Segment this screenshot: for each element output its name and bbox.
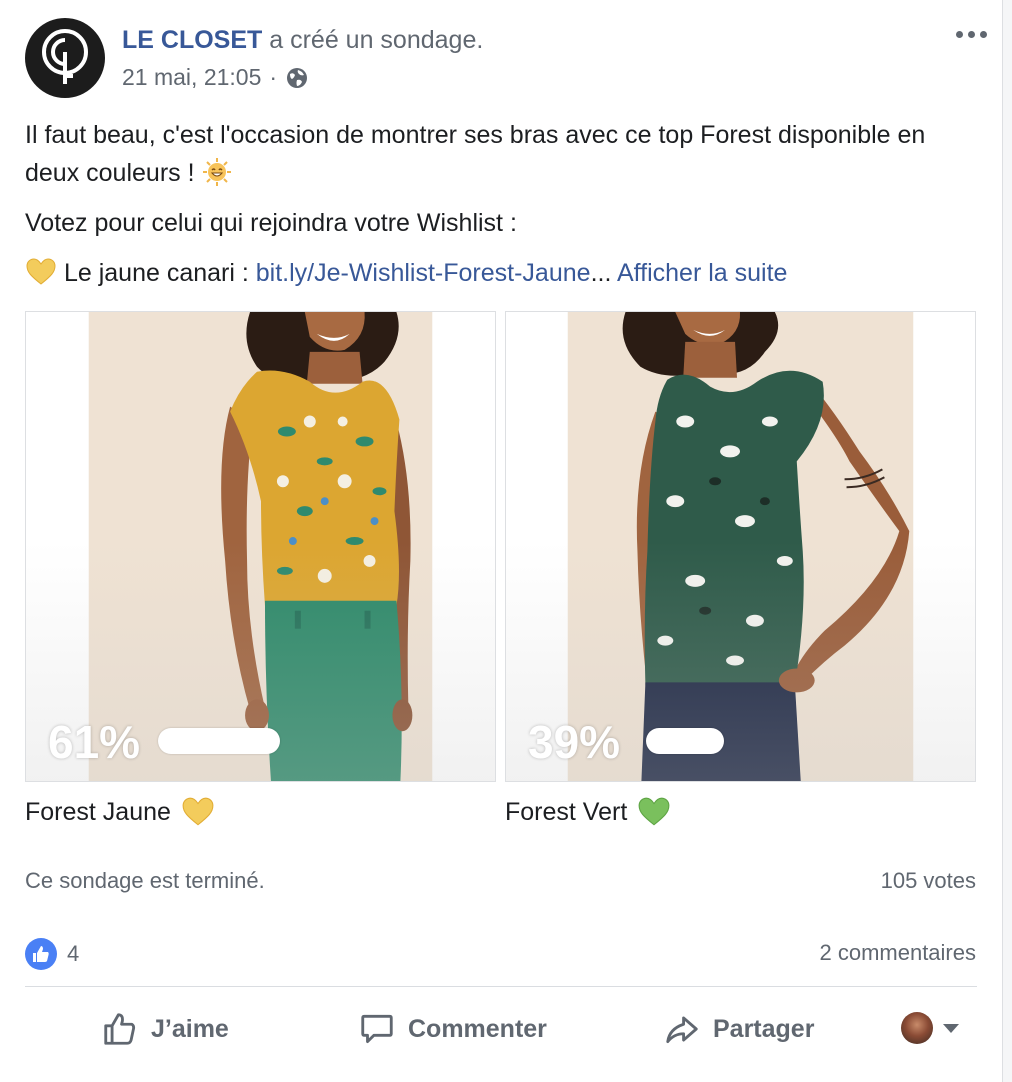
body-paragraph-1: Il faut beau, c'est l'occasion de montre… (25, 116, 985, 192)
yellow-heart-icon (26, 258, 56, 285)
poll-option-label[interactable]: Forest Jaune (25, 797, 215, 827)
post-header: LE CLOSET a créé un sondage. 21 mai, 21:… (25, 18, 987, 100)
thumbs-up-icon (33, 946, 49, 962)
body-paragraph-3: Le jaune canari : bit.ly/Je-Wishlist-For… (25, 254, 985, 292)
see-more-link[interactable]: Afficher la suite (617, 259, 787, 287)
wishlist-link[interactable]: bit.ly/Je-Wishlist-Forest-Jaune (256, 259, 591, 287)
le-closet-logo-icon (42, 29, 88, 84)
poll-vote-count[interactable]: 105 votes (881, 868, 976, 894)
green-heart-icon (638, 797, 670, 826)
poll-bar-fill (646, 728, 724, 754)
poll-option-label-text: Forest Jaune (25, 797, 171, 826)
comments-count-link[interactable]: 2 commentaires (819, 940, 976, 966)
poll-bar-track (646, 728, 846, 754)
poll-bar-track (158, 728, 358, 754)
like-button[interactable]: J’aime (101, 1000, 229, 1058)
poll-option-forest-vert[interactable]: 39% (505, 311, 976, 782)
ellipsis: ... (590, 259, 612, 287)
reaction-summary[interactable]: 4 (25, 938, 79, 970)
thumbs-up-outline-icon (104, 1013, 136, 1045)
post-body: Il faut beau, c'est l'occasion de montre… (25, 116, 985, 304)
post-action-text: a créé un sondage. (262, 26, 484, 54)
share-as-selector[interactable] (901, 1012, 959, 1044)
poll-percent: 61% (48, 716, 141, 768)
like-reaction-icon (25, 938, 57, 970)
share-button-label: Partager (713, 1014, 815, 1043)
comment-bubble-icon (361, 1014, 393, 1044)
poll-option-label[interactable]: Forest Vert (505, 797, 671, 827)
poll-option-forest-jaune[interactable]: 61% (25, 311, 496, 782)
like-button-label: J’aime (151, 1014, 229, 1043)
divider (25, 986, 977, 987)
poll-option-label-text: Forest Vert (505, 797, 628, 826)
user-avatar (901, 1012, 933, 1044)
poll-percent: 39% (528, 716, 621, 768)
globe-icon[interactable] (285, 66, 309, 90)
comment-button-label: Commenter (408, 1014, 547, 1043)
body-paragraph-2: Votez pour celui qui rejoindra votre Wis… (25, 209, 517, 237)
post-meta: 21 mai, 21:05 · (122, 64, 309, 91)
poll-bar-fill (158, 728, 280, 754)
page-name-link[interactable]: LE CLOSET (122, 26, 262, 54)
poll-status: Ce sondage est terminé. (25, 868, 265, 893)
post-timestamp[interactable]: 21 mai, 21:05 (122, 64, 261, 91)
meta-separator: · (269, 64, 278, 90)
smiling-sun-emoji-icon (202, 158, 231, 186)
more-options-icon[interactable] (951, 24, 991, 44)
body-line-3-prefix: Le jaune canari : (63, 259, 256, 287)
share-button[interactable]: Partager (663, 1000, 814, 1058)
page-avatar[interactable] (25, 18, 105, 98)
share-arrow-icon (666, 1016, 698, 1044)
action-bar: J’aime Commenter Partager (25, 1000, 977, 1060)
scrollbar-edge (1002, 0, 1012, 1082)
like-count: 4 (67, 941, 80, 966)
yellow-heart-icon (182, 797, 214, 826)
comment-button[interactable]: Commenter (358, 1000, 547, 1058)
post-title: LE CLOSET a créé un sondage. (122, 26, 483, 55)
chevron-down-icon (943, 1023, 959, 1033)
body-line-1: Il faut beau, c'est l'occasion de montre… (25, 121, 926, 187)
